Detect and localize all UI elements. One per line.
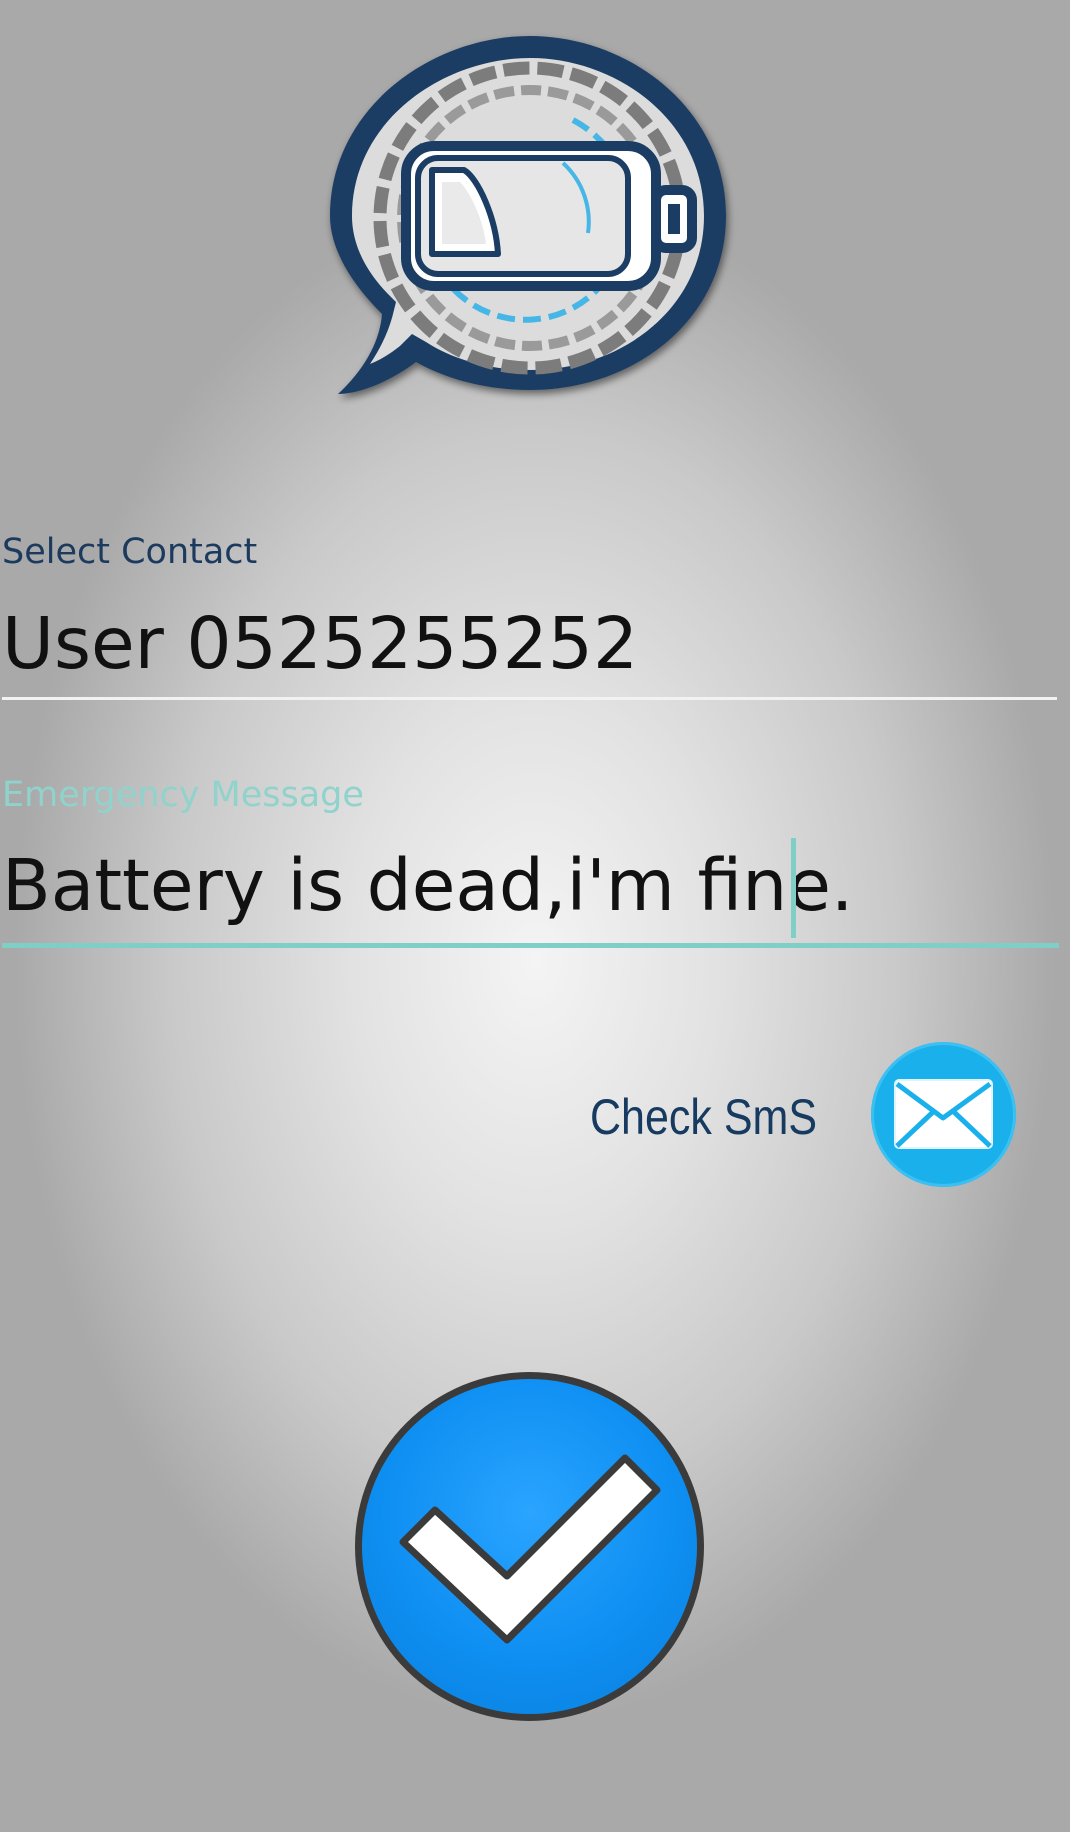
app-logo [318, 28, 738, 408]
checkmark-icon [399, 1454, 661, 1644]
emergency-message-label: Emergency Message [2, 775, 364, 815]
check-sms-button[interactable] [871, 1042, 1016, 1187]
envelope-icon [894, 1079, 993, 1149]
text-cursor [791, 838, 796, 938]
select-contact-label: Select Contact [2, 532, 258, 572]
check-sms-label: Check SmS [590, 1089, 818, 1145]
battery-chat-bubble-icon [330, 36, 726, 394]
contact-selector[interactable]: User 0525255252 [2, 600, 1057, 700]
confirm-button[interactable] [355, 1372, 704, 1721]
emergency-message-input[interactable]: Battery is dead,i'm fine. [2, 836, 1059, 948]
emergency-message-text: Battery is dead,i'm fine. [2, 844, 854, 927]
